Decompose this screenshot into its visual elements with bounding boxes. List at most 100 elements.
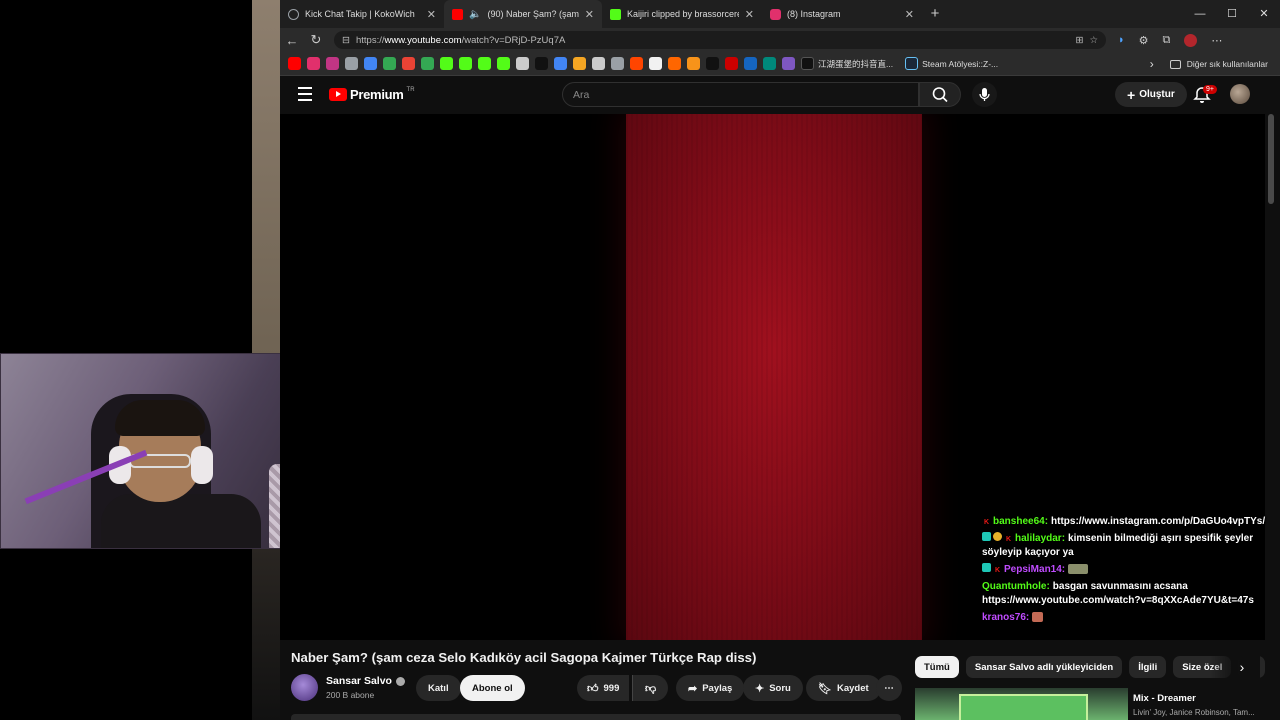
ask-label: Soru [769, 682, 791, 694]
close-icon[interactable]: ✕ [745, 8, 754, 21]
speaker-icon[interactable]: 🔈 [469, 9, 481, 20]
close-icon[interactable]: ✕ [427, 8, 436, 21]
tab-kick-clip[interactable]: Kaijiri clipped by brassorcerer ✕ [602, 0, 762, 28]
bookmark-icon[interactable] [592, 57, 605, 70]
create-button[interactable]: + Oluştur [1115, 82, 1187, 107]
ask-button[interactable]: ✦ Soru [743, 675, 803, 701]
bookmark-icon[interactable] [630, 57, 643, 70]
bookmark-icon[interactable] [459, 57, 472, 70]
voice-search-button[interactable] [972, 82, 997, 107]
join-button[interactable]: Katıl [416, 675, 461, 701]
filter-chip[interactable]: İlgili [1129, 656, 1167, 678]
close-window-button[interactable]: ✕ [1248, 0, 1280, 28]
close-icon[interactable]: ✕ [585, 8, 594, 21]
refresh-icon[interactable]: ↻ [304, 32, 328, 48]
hamburger-menu-icon[interactable] [298, 87, 312, 101]
gifter-badge-icon [993, 532, 1002, 541]
bookmark-icon[interactable] [554, 57, 567, 70]
youtube-premium-logo[interactable]: Premium TR [329, 87, 415, 102]
bookmark-icon[interactable] [326, 57, 339, 70]
notification-badge: 9+ [1203, 85, 1217, 94]
tab-instagram[interactable]: (8) Instagram ✕ [762, 0, 922, 28]
logo-text: Premium [350, 87, 404, 102]
filter-chip[interactable]: Tümü [915, 656, 959, 678]
bookmark-icon[interactable] [649, 57, 662, 70]
url-field[interactable]: ⊟ https://www.youtube.com/watch?v=DRjD-P… [334, 31, 1106, 49]
bookmark-icon[interactable] [706, 57, 719, 70]
bookmark-steam[interactable]: Steam Atölyesi::Z-... [905, 57, 998, 70]
kick-icon [610, 8, 621, 20]
share-button[interactable]: ➦ Paylaş [676, 675, 745, 701]
tab-kick-chat[interactable]: Kick Chat Takip | KokoWich ✕ [280, 0, 444, 28]
favorite-star-icon[interactable]: ☆ [1089, 35, 1098, 46]
back-icon[interactable]: ← [280, 33, 304, 48]
description-box[interactable] [291, 714, 901, 720]
bookmark-icon[interactable] [364, 57, 377, 70]
search-button[interactable] [919, 82, 961, 107]
bookmark-label: 江湖蛋堡的抖音直... [818, 58, 894, 69]
bookmark-icon[interactable] [402, 57, 415, 70]
bookmark-icon[interactable] [535, 57, 548, 70]
subscriber-count: 200 B abone [326, 690, 375, 700]
bookmark-icon[interactable] [383, 57, 396, 70]
bookmark-icon[interactable] [440, 57, 453, 70]
bookmark-icon[interactable] [763, 57, 776, 70]
bookmark-tiktok[interactable]: 江湖蛋堡的抖音直... [801, 57, 893, 70]
bookmark-icon[interactable] [478, 57, 491, 70]
chat-message: Quantumhole: basgan savunmasını acsana ht… [982, 580, 1272, 608]
close-icon[interactable]: ✕ [905, 8, 914, 21]
headphones-right [191, 446, 213, 484]
bookmark-icon[interactable] [573, 57, 586, 70]
streamer-body [101, 494, 261, 548]
bookmark-icon[interactable] [744, 57, 757, 70]
new-tab-button[interactable]: + [922, 0, 948, 28]
more-actions-button[interactable]: ⋯ [876, 675, 902, 701]
tab-bar: Kick Chat Takip | KokoWich ✕ 🔈 (90) Nabe… [280, 0, 1280, 28]
chevron-right-icon[interactable]: › [1232, 657, 1252, 677]
youtube-icon [452, 8, 463, 20]
page-scrollbar[interactable] [1268, 114, 1274, 204]
profile-avatar[interactable] [1184, 33, 1198, 47]
tiktok-icon [801, 57, 814, 70]
bookmark-icon[interactable] [516, 57, 529, 70]
window-controls: — ☐ ✕ [1184, 0, 1280, 28]
collections-icon[interactable]: ⧉ [1163, 34, 1171, 47]
channel-name-text: Sansar Salvo [326, 675, 392, 687]
like-count: 999 [603, 682, 620, 694]
subscribe-button[interactable]: Abone ol [460, 675, 525, 701]
channel-avatar[interactable] [291, 674, 318, 701]
bookmark-icon[interactable] [307, 57, 320, 70]
filter-chip[interactable]: Sansar Salvo adlı yükleyiciden [965, 656, 1123, 678]
subscriber-badge-icon [982, 532, 991, 541]
tab-youtube[interactable]: 🔈 (90) Naber Şam? (şam ceza Se ✕ [444, 0, 602, 28]
channel-name[interactable]: Sansar Salvo [326, 675, 405, 687]
other-favorites[interactable]: Diğer sık kullanılanlar [1187, 59, 1268, 69]
search-input[interactable]: Ara [562, 82, 919, 107]
recommended-thumbnail[interactable] [915, 688, 1128, 720]
extensions-icon[interactable]: ⚙ [1139, 34, 1149, 47]
bookmark-icon[interactable] [668, 57, 681, 70]
recommended-title[interactable]: Mix - Dreamer [1133, 693, 1196, 704]
site-info-icon[interactable]: ⊟ [342, 35, 350, 46]
menu-icon[interactable]: ⋯ [1211, 34, 1222, 47]
bookmark-icon[interactable] [288, 57, 301, 70]
bookmark-icon[interactable] [497, 57, 510, 70]
kick-badge-icon: K [982, 518, 991, 527]
like-button[interactable]: 👍︎ 999 [577, 675, 630, 701]
user-avatar[interactable] [1230, 84, 1250, 104]
save-button[interactable]: 🔖︎ Kaydet [806, 675, 881, 701]
bookmark-icon[interactable] [725, 57, 738, 70]
bookmark-icon[interactable] [687, 57, 700, 70]
bookmark-icon[interactable] [345, 57, 358, 70]
reader-view-icon[interactable]: ⊞ [1076, 35, 1084, 46]
read-aloud-icon[interactable]: ◗ [1118, 34, 1125, 47]
minimize-button[interactable]: — [1184, 0, 1216, 28]
maximize-button[interactable]: ☐ [1216, 0, 1248, 28]
dislike-button[interactable]: 👎︎ [632, 675, 669, 701]
search-icon [932, 87, 948, 103]
bookmark-icon[interactable] [611, 57, 624, 70]
bookmark-icon[interactable] [421, 57, 434, 70]
chevron-right-icon[interactable]: › [1150, 57, 1154, 71]
bookmark-label: Steam Atölyesi::Z-... [922, 58, 999, 69]
bookmark-icon[interactable] [782, 57, 795, 70]
